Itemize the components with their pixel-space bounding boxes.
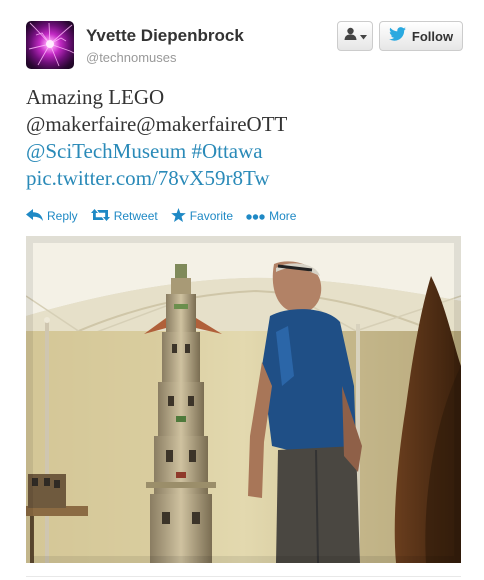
- favorite-label: Favorite: [189, 209, 234, 223]
- tweet-text-line: @SciTechMuseum #Ottawa: [26, 138, 466, 165]
- user-handle[interactable]: @technomuses: [86, 50, 177, 65]
- retweet-label: Retweet: [113, 209, 158, 223]
- mention-link[interactable]: @SciTechMuseum: [26, 139, 186, 163]
- tweet-text-mentions: @makerfaire@makerfaireOTT: [26, 112, 288, 136]
- more-dots-icon: [246, 209, 265, 223]
- reply-action[interactable]: Reply: [26, 208, 78, 224]
- tweet-photo[interactable]: [26, 236, 461, 563]
- retweet-action[interactable]: Retweet: [90, 208, 158, 224]
- follow-label: Follow: [411, 28, 454, 44]
- reply-icon: [26, 208, 43, 224]
- hashtag-link[interactable]: #Ottawa: [191, 139, 262, 163]
- caret-down-icon: [359, 27, 367, 45]
- tweet-card: Yvette Diepenbrock @technomuses Follow A…: [0, 0, 484, 580]
- tweet-text: Amazing LEGO @makerfaire@makerfaireOTT @…: [26, 84, 466, 192]
- favorite-action[interactable]: Favorite: [170, 207, 234, 225]
- tweet-text-line: Amazing LEGO: [26, 85, 165, 109]
- lego-tower-photo: [26, 236, 461, 563]
- follow-button[interactable]: Follow: [379, 21, 463, 51]
- tweet-text-line: pic.twitter.com/78vX59r8Tw: [26, 165, 466, 192]
- reply-label: Reply: [47, 209, 78, 223]
- photo-link[interactable]: pic.twitter.com/78vX59r8Tw: [26, 166, 270, 190]
- tweet-actions: Reply Retweet Favorite More: [26, 206, 309, 226]
- person-icon: [344, 27, 357, 45]
- plasma-globe-icon: [28, 22, 74, 67]
- retweet-icon: [90, 208, 110, 224]
- star-icon: [170, 207, 186, 225]
- user-fullname[interactable]: Yvette Diepenbrock: [86, 26, 244, 46]
- divider: [26, 576, 461, 577]
- avatar[interactable]: [26, 21, 74, 69]
- more-label: More: [269, 209, 297, 223]
- twitter-bird-icon: [389, 26, 406, 46]
- more-action[interactable]: More: [246, 209, 296, 223]
- user-actions-dropdown-button[interactable]: [337, 21, 373, 51]
